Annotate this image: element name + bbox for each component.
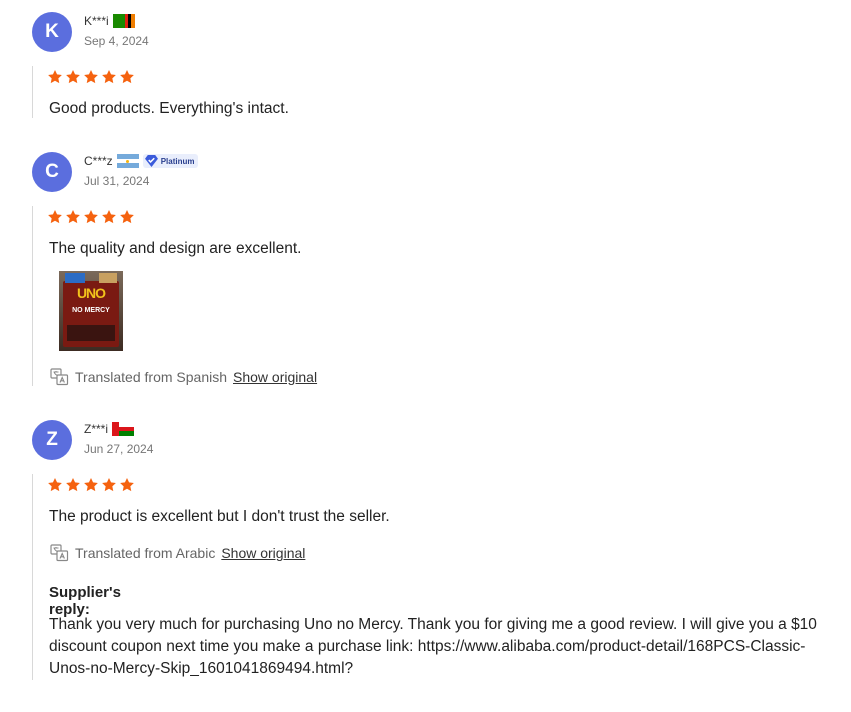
review-text: The quality and design are excellent. xyxy=(49,240,302,257)
oman-flag-icon xyxy=(112,422,135,436)
star-icon xyxy=(84,478,98,492)
review-body: The quality and design are excellent. UN… xyxy=(32,206,317,386)
star-rating xyxy=(47,209,135,225)
argentina-flag-icon xyxy=(116,154,139,168)
review-photo-thumbnail[interactable]: UNO NO MERCY xyxy=(59,271,123,351)
platinum-badge: Platinum xyxy=(142,154,199,168)
translation-note: Translated from Spanish Show original xyxy=(50,368,317,386)
translation-note: Translated from Arabic Show original xyxy=(50,544,305,562)
no-mercy-text: NO MERCY xyxy=(72,307,110,314)
review-body: The product is excellent but I don't tru… xyxy=(32,474,817,680)
reviewer-name: K***i xyxy=(84,14,109,28)
reviewer-name-row: C***z Platinum xyxy=(84,154,199,168)
review-text: Good products. Everything's intact. xyxy=(49,100,289,117)
diamond-check-icon xyxy=(144,155,158,167)
star-icon xyxy=(120,70,134,84)
star-icon xyxy=(48,210,62,224)
review-body: Good products. Everything's intact. xyxy=(32,66,289,118)
zambia-flag-icon xyxy=(112,14,135,28)
star-icon xyxy=(102,478,116,492)
avatar: Z xyxy=(32,420,72,460)
supplier-reply-text: Thank you very much for purchasing Uno n… xyxy=(49,616,817,677)
translate-icon xyxy=(50,544,69,562)
star-icon xyxy=(48,478,62,492)
translate-icon xyxy=(50,368,69,386)
reviewer-name: C***z xyxy=(84,154,113,168)
badge-label: Platinum xyxy=(160,156,195,166)
star-icon xyxy=(84,210,98,224)
review-text: The product is excellent but I don't tru… xyxy=(49,508,390,525)
review-date: Jul 31, 2024 xyxy=(84,174,150,188)
show-original-link[interactable]: Show original xyxy=(221,545,305,561)
star-rating xyxy=(47,477,135,493)
translated-from-label: Translated from Spanish xyxy=(75,369,227,385)
star-icon xyxy=(84,70,98,84)
show-original-link[interactable]: Show original xyxy=(233,369,317,385)
avatar: K xyxy=(32,12,72,52)
star-icon xyxy=(120,210,134,224)
star-icon xyxy=(48,70,62,84)
star-icon xyxy=(66,478,80,492)
star-icon xyxy=(120,478,134,492)
star-icon xyxy=(102,210,116,224)
star-icon xyxy=(66,210,80,224)
review-date: Sep 4, 2024 xyxy=(84,34,149,48)
reviewer-name-row: Z***i xyxy=(84,422,135,436)
reviewer-name-row: K***i xyxy=(84,14,135,28)
reviewer-name: Z***i xyxy=(84,422,109,436)
avatar: C xyxy=(32,152,72,192)
star-rating xyxy=(47,69,135,85)
translated-from-label: Translated from Arabic xyxy=(75,545,216,561)
star-icon xyxy=(102,70,116,84)
review-date: Jun 27, 2024 xyxy=(84,442,154,456)
star-icon xyxy=(66,70,80,84)
uno-logo-text: UNO xyxy=(76,285,106,301)
supplier-reply-title: Supplier's reply: xyxy=(49,584,121,618)
